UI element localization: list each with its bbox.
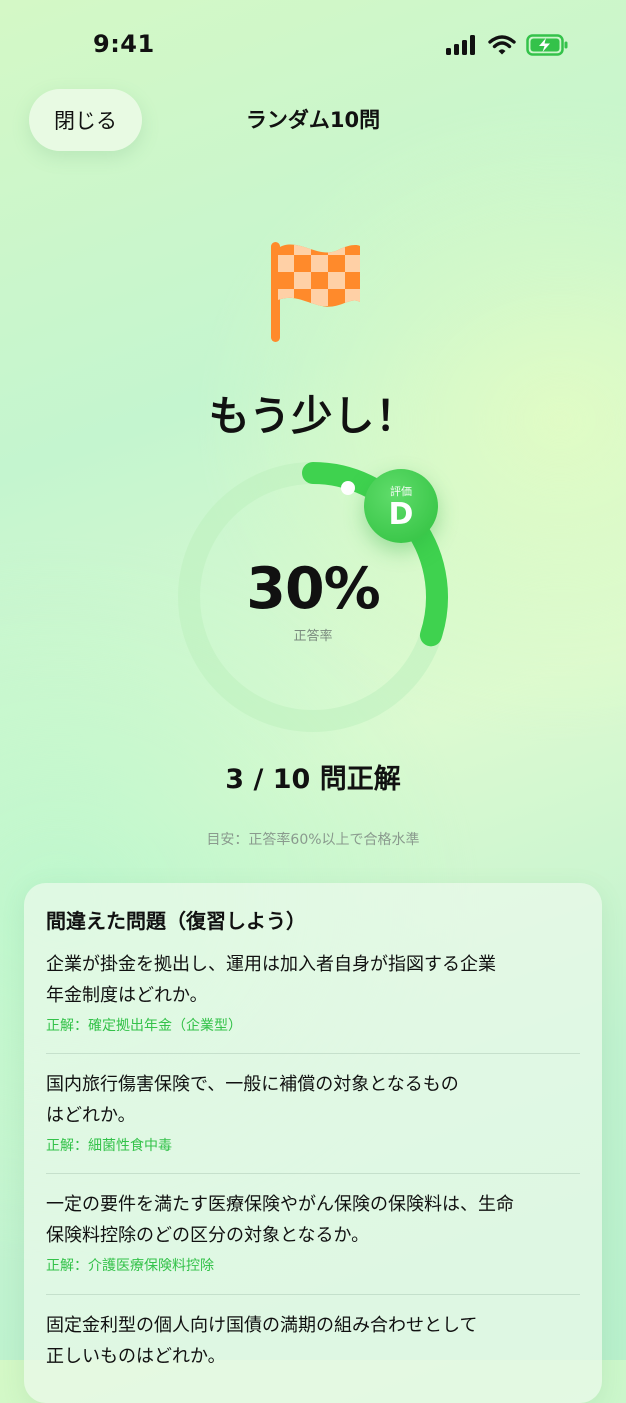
score-text: 3 / 10 問正解 <box>225 764 401 795</box>
review-answer: 正解：介護医療保険料控除 <box>46 1258 214 1274</box>
cellular-signal-icon <box>446 35 475 55</box>
result-headline: もう少し！ <box>208 392 418 440</box>
review-item[interactable]: 固定金利型の個人向け国債の満期の組み合わせとして 正しいものはどれか。 <box>46 1310 580 1372</box>
review-item[interactable]: 国内旅行傷害保険で、一般に補償の対象となるもの はどれか。 正解：細菌性食中毒 <box>46 1069 580 1155</box>
review-card: 間違えた問題（復習しよう） 企業が掛金を拠出し、運用は加入者自身が指図する企業 … <box>24 883 602 1403</box>
review-answer: 正解：確定拠出年金（企業型） <box>46 1018 242 1034</box>
checkered-flag-icon <box>271 242 360 342</box>
pass-hint: 目安：正答率60%以上で合格水準 <box>206 832 420 848</box>
progress-ring-knob <box>341 481 355 495</box>
grade-badge: 評価 D <box>364 469 438 543</box>
divider <box>46 1053 580 1054</box>
divider <box>46 1294 580 1295</box>
status-bar: 9:41 <box>0 0 626 90</box>
divider <box>46 1173 580 1174</box>
review-question: 国内旅行傷害保険で、一般に補償の対象となるもの はどれか。 <box>46 1074 459 1126</box>
grade-value: D <box>388 497 414 532</box>
review-title: 間違えた問題（復習しよう） <box>46 909 306 933</box>
percent-value: 30% <box>246 556 380 622</box>
review-item[interactable]: 企業が掛金を拠出し、運用は加入者自身が指図する企業 年金制度はどれか。 正解：確… <box>46 949 580 1035</box>
review-item[interactable]: 一定の要件を満たす医療保険やがん保険の保険料は、生命 保険料控除のどの区分の対象… <box>46 1189 580 1275</box>
page-title: ランダム10問 <box>245 108 381 132</box>
status-icons <box>446 34 568 56</box>
review-answer: 正解：細菌性食中毒 <box>46 1138 172 1154</box>
wifi-icon <box>488 35 516 55</box>
review-question: 企業が掛金を拠出し、運用は加入者自身が指図する企業 年金制度はどれか。 <box>46 954 496 1006</box>
review-question: 固定金利型の個人向け国債の満期の組み合わせとして 正しいものはどれか。 <box>46 1315 478 1367</box>
battery-charging-icon <box>526 34 568 56</box>
percent-label: 正答率 <box>293 629 333 644</box>
status-time: 9:41 <box>93 30 155 58</box>
review-question: 一定の要件を満たす医療保険やがん保険の保険料は、生命 保険料控除のどの区分の対象… <box>46 1194 514 1246</box>
